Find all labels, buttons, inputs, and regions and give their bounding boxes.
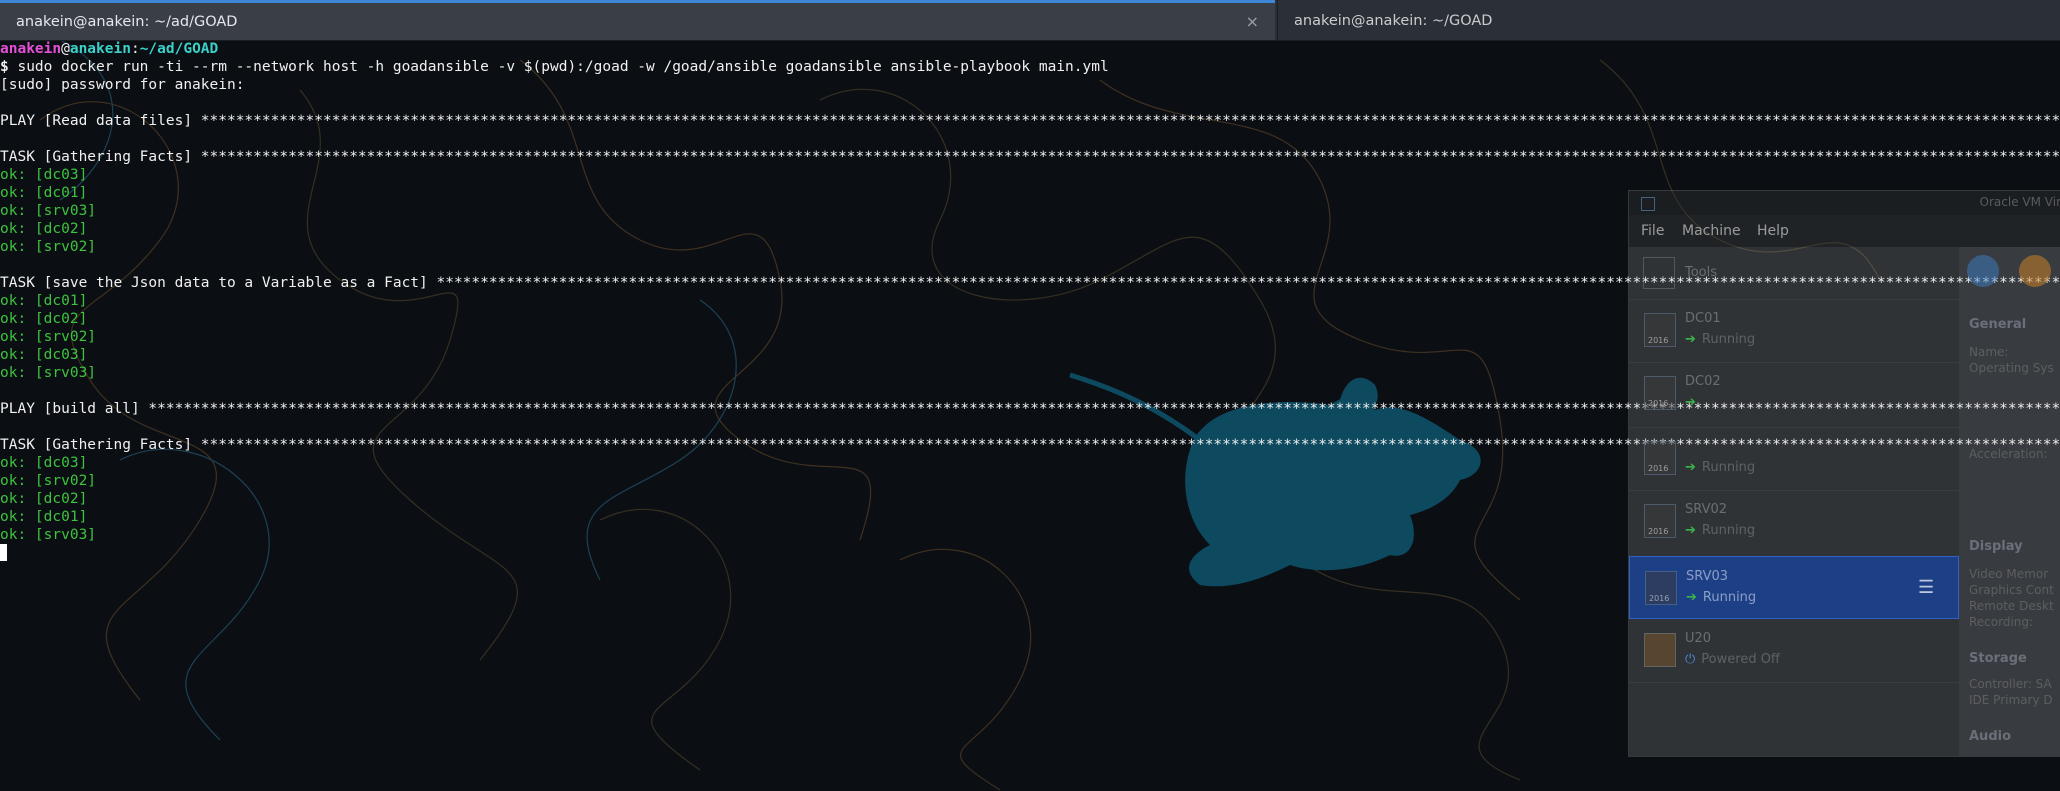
vbox-titlebar: Oracle VM Vir xyxy=(1629,191,2060,215)
details-name: Name: xyxy=(1969,345,2009,359)
close-icon[interactable]: × xyxy=(1246,3,1259,41)
windows-server-icon: 2016 xyxy=(1644,376,1676,410)
vm-details-pane: General Name: Operating Sys Acceleration… xyxy=(1959,247,2060,756)
vm-row-srv02[interactable]: 2016 SRV02 ➔ Running xyxy=(1629,490,1959,557)
play-read-data: PLAY [Read data files] *****************… xyxy=(0,113,2060,129)
vm-name: SRV02 xyxy=(1685,502,1728,517)
vbox-menubar: File Machine Help xyxy=(1629,215,2060,247)
task-result: ok: [dc01] xyxy=(0,509,88,525)
task-result: ok: [srv02] xyxy=(0,473,97,489)
menu-machine[interactable]: Machine xyxy=(1682,223,1741,239)
vm-state: ➔ Running xyxy=(1685,460,1756,475)
task-result: ok: [srv02] xyxy=(0,329,97,345)
prompt-dollar: $ xyxy=(0,59,9,75)
task-result: ok: [dc03] xyxy=(0,347,88,363)
prompt-line: anakein@anakein:~/ad/GOAD xyxy=(0,40,218,58)
vm-state: ➔ Running xyxy=(1686,590,1757,605)
command-line: $ sudo docker run -ti --rm --network hos… xyxy=(0,58,1109,76)
details-acceleration: Acceleration: xyxy=(1969,447,2048,461)
vm-row-dc03[interactable]: 2016 ➔ Running xyxy=(1629,427,1959,491)
task-result: ok: [dc02] xyxy=(0,221,88,237)
task-result: ok: [dc01] xyxy=(0,185,88,201)
task-result: ok: [srv03] xyxy=(0,527,97,543)
details-recording: Recording: xyxy=(1969,615,2034,629)
running-arrow-icon: ➔ xyxy=(1685,460,1696,475)
windows-server-icon: 2016 xyxy=(1644,441,1676,475)
task-result: ok: [srv02] xyxy=(0,239,97,255)
running-arrow-icon: ➔ xyxy=(1685,332,1696,347)
vm-row-srv03[interactable]: 2016 SRV03 ➔ Running ☰ xyxy=(1629,556,1959,619)
task-result: ok: [dc01] xyxy=(0,293,88,309)
vm-row-dc02[interactable]: 2016 DC02 ➔ xyxy=(1629,362,1959,428)
task-result: ok: [dc03] xyxy=(0,455,88,471)
vm-state: ➔ Running xyxy=(1685,523,1756,538)
vbox-title: Oracle VM Vir xyxy=(1979,195,2060,209)
vm-state: ➔ Running xyxy=(1685,332,1756,347)
menu-file[interactable]: File xyxy=(1641,223,1664,239)
terminal-tab-bar: anakein@anakein: ~/ad/GOAD × anakein@ana… xyxy=(0,0,2060,41)
windows-server-icon: 2016 xyxy=(1644,313,1676,347)
task-result: ok: [dc03] xyxy=(0,167,88,183)
windows-server-icon: 2016 xyxy=(1645,571,1677,605)
vm-row-u20[interactable]: U20 ⏻ Powered Off xyxy=(1629,619,1959,683)
prompt-user: anakein xyxy=(0,41,62,57)
global-tools-icon[interactable] xyxy=(1967,255,1999,287)
vm-name: DC02 xyxy=(1685,374,1721,389)
sudo-prompt: [sudo] password for anakein: xyxy=(0,77,245,93)
settings-gear-icon[interactable] xyxy=(2019,255,2051,287)
details-storage-heading: Storage xyxy=(1969,651,2027,666)
running-arrow-icon: ➔ xyxy=(1685,523,1696,538)
terminal-cursor xyxy=(0,544,7,561)
details-ide: IDE Primary D xyxy=(1969,693,2053,707)
vbox-logo-icon xyxy=(1641,197,1655,211)
task-gathering-facts: TASK [Gathering Facts] *****************… xyxy=(0,149,2060,165)
details-controller: Controller: SA xyxy=(1969,677,2052,691)
vm-name: SRV03 xyxy=(1686,569,1729,584)
prompt-at: @ xyxy=(61,41,70,57)
vm-state: ⏻ Powered Off xyxy=(1685,652,1780,667)
prompt-host: anakein xyxy=(69,41,131,57)
virtualbox-window: Oracle VM Vir File Machine Help Tools 20… xyxy=(1628,190,2060,757)
task-result: ok: [srv03] xyxy=(0,203,97,219)
command-text: sudo docker run -ti --rm --network host … xyxy=(8,59,1109,75)
tools-label: Tools xyxy=(1685,265,1718,280)
details-general-heading: General xyxy=(1969,317,2027,332)
prompt-sep: : xyxy=(130,41,140,57)
running-arrow-icon: ➔ xyxy=(1686,590,1697,605)
details-display-heading: Display xyxy=(1969,539,2023,554)
tab-goad-ad[interactable]: anakein@anakein: ~/ad/GOAD × xyxy=(0,0,1275,40)
prompt-path: ~/ad/GOAD xyxy=(139,41,219,57)
powered-off-icon: ⏻ xyxy=(1685,652,1696,667)
vm-list: Tools 2016 DC01 ➔ Running 2016 DC02 ➔ 201… xyxy=(1629,247,1959,756)
details-remote: Remote Deskt xyxy=(1969,599,2054,613)
details-audio-heading: Audio xyxy=(1969,729,2012,744)
task-result: ok: [dc02] xyxy=(0,491,88,507)
task-result: ok: [srv03] xyxy=(0,365,97,381)
running-arrow-icon: ➔ xyxy=(1685,395,1696,410)
details-os: Operating Sys xyxy=(1969,361,2054,375)
tools-icon xyxy=(1643,257,1675,289)
menu-help[interactable]: Help xyxy=(1757,223,1789,239)
tab-title: anakein@anakein: ~/ad/GOAD xyxy=(16,14,238,30)
task-result: ok: [dc02] xyxy=(0,311,88,327)
vm-state: ➔ xyxy=(1685,395,1702,410)
tab-goad[interactable]: anakein@anakein: ~/GOAD xyxy=(1277,0,2060,40)
vm-name: U20 xyxy=(1685,631,1712,646)
vm-row-dc01[interactable]: 2016 DC01 ➔ Running xyxy=(1629,299,1959,363)
windows-server-icon: 2016 xyxy=(1644,504,1676,538)
ubuntu-icon xyxy=(1644,633,1676,667)
details-video: Video Memor xyxy=(1969,567,2049,581)
tab-title: anakein@anakein: ~/GOAD xyxy=(1294,13,1493,29)
details-graphics: Graphics Cont xyxy=(1969,583,2054,597)
vm-name: DC01 xyxy=(1685,311,1721,326)
tools-row[interactable]: Tools xyxy=(1629,247,1959,300)
hamburger-menu-icon[interactable]: ☰ xyxy=(1918,577,1940,599)
